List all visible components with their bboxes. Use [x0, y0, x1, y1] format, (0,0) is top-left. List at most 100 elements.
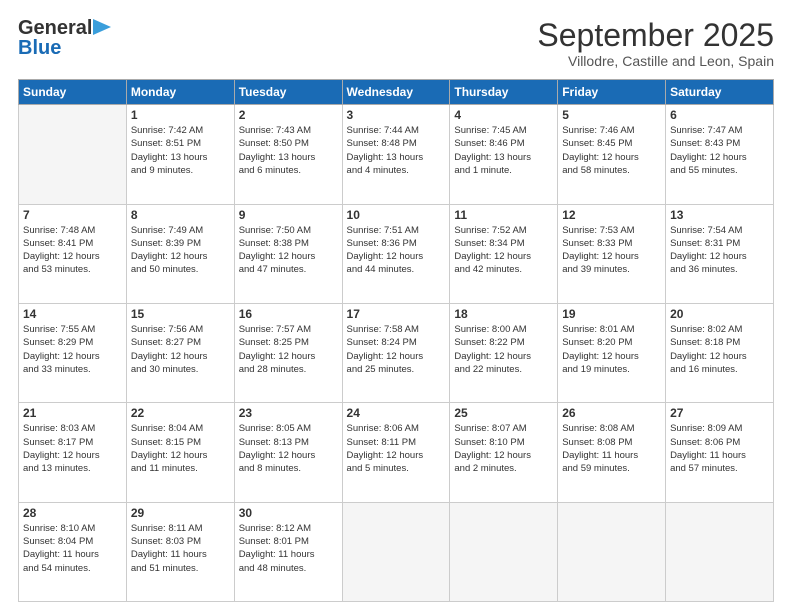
day-info: Sunrise: 7:51 AM Sunset: 8:36 PM Dayligh…: [347, 224, 446, 277]
day-info: Sunrise: 7:58 AM Sunset: 8:24 PM Dayligh…: [347, 323, 446, 376]
day-number: 26: [562, 406, 661, 420]
day-number: 14: [23, 307, 122, 321]
weekday-header: Wednesday: [342, 80, 450, 105]
calendar-week-row: 7 Sunrise: 7:48 AM Sunset: 8:41 PM Daylig…: [19, 204, 774, 303]
logo-arrow-icon: [93, 19, 111, 35]
calendar-day-cell: 17 Sunrise: 7:58 AM Sunset: 8:24 PM Dayli…: [342, 303, 450, 402]
day-info: Sunrise: 8:01 AM Sunset: 8:20 PM Dayligh…: [562, 323, 661, 376]
calendar-day-cell: 16 Sunrise: 7:57 AM Sunset: 8:25 PM Dayli…: [234, 303, 342, 402]
calendar-day-cell: 8 Sunrise: 7:49 AM Sunset: 8:39 PM Daylig…: [126, 204, 234, 303]
day-info: Sunrise: 7:45 AM Sunset: 8:46 PM Dayligh…: [454, 124, 553, 177]
day-number: 15: [131, 307, 230, 321]
day-info: Sunrise: 7:44 AM Sunset: 8:48 PM Dayligh…: [347, 124, 446, 177]
day-number: 12: [562, 208, 661, 222]
day-number: 23: [239, 406, 338, 420]
day-info: Sunrise: 7:48 AM Sunset: 8:41 PM Dayligh…: [23, 224, 122, 277]
logo-general: General: [18, 18, 92, 38]
day-info: Sunrise: 8:02 AM Sunset: 8:18 PM Dayligh…: [670, 323, 769, 376]
title-block: September 2025 Villodre, Castille and Le…: [537, 18, 774, 69]
day-number: 24: [347, 406, 446, 420]
weekday-header: Saturday: [666, 80, 774, 105]
day-number: 21: [23, 406, 122, 420]
calendar-day-cell: 12 Sunrise: 7:53 AM Sunset: 8:33 PM Dayli…: [558, 204, 666, 303]
day-number: 1: [131, 108, 230, 122]
day-number: 7: [23, 208, 122, 222]
calendar-day-cell: 3Sunrise: 7:44 AM Sunset: 8:48 PM Daylig…: [342, 105, 450, 204]
calendar-day-cell: 5Sunrise: 7:46 AM Sunset: 8:45 PM Daylig…: [558, 105, 666, 204]
day-info: Sunrise: 8:09 AM Sunset: 8:06 PM Dayligh…: [670, 422, 769, 475]
day-info: Sunrise: 7:46 AM Sunset: 8:45 PM Dayligh…: [562, 124, 661, 177]
calendar-week-row: 28Sunrise: 8:10 AM Sunset: 8:04 PM Dayli…: [19, 502, 774, 601]
day-number: 19: [562, 307, 661, 321]
calendar-day-cell: 27 Sunrise: 8:09 AM Sunset: 8:06 PM Dayli…: [666, 403, 774, 502]
calendar-week-row: 14 Sunrise: 7:55 AM Sunset: 8:29 PM Dayli…: [19, 303, 774, 402]
day-info: Sunrise: 7:52 AM Sunset: 8:34 PM Dayligh…: [454, 224, 553, 277]
day-info: Sunrise: 7:55 AM Sunset: 8:29 PM Dayligh…: [23, 323, 122, 376]
day-info: Sunrise: 7:53 AM Sunset: 8:33 PM Dayligh…: [562, 224, 661, 277]
day-number: 18: [454, 307, 553, 321]
day-info: Sunrise: 8:00 AM Sunset: 8:22 PM Dayligh…: [454, 323, 553, 376]
calendar-day-cell: 13 Sunrise: 7:54 AM Sunset: 8:31 PM Dayli…: [666, 204, 774, 303]
calendar-header-row: SundayMondayTuesdayWednesdayThursdayFrid…: [19, 80, 774, 105]
day-info: Sunrise: 8:07 AM Sunset: 8:10 PM Dayligh…: [454, 422, 553, 475]
weekday-header: Friday: [558, 80, 666, 105]
day-info: Sunrise: 7:43 AM Sunset: 8:50 PM Dayligh…: [239, 124, 338, 177]
page: General Blue September 2025 Villodre, Ca…: [0, 0, 792, 612]
day-number: 11: [454, 208, 553, 222]
day-info: Sunrise: 7:49 AM Sunset: 8:39 PM Dayligh…: [131, 224, 230, 277]
day-info: Sunrise: 8:04 AM Sunset: 8:15 PM Dayligh…: [131, 422, 230, 475]
day-number: 29: [131, 506, 230, 520]
month-title: September 2025: [537, 18, 774, 53]
day-number: 10: [347, 208, 446, 222]
calendar-day-cell: [19, 105, 127, 204]
day-number: 9: [239, 208, 338, 222]
calendar-day-cell: 23 Sunrise: 8:05 AM Sunset: 8:13 PM Dayli…: [234, 403, 342, 502]
day-number: 4: [454, 108, 553, 122]
calendar-day-cell: 29Sunrise: 8:11 AM Sunset: 8:03 PM Dayli…: [126, 502, 234, 601]
weekday-header: Monday: [126, 80, 234, 105]
calendar-day-cell: 24 Sunrise: 8:06 AM Sunset: 8:11 PM Dayli…: [342, 403, 450, 502]
calendar-week-row: 21 Sunrise: 8:03 AM Sunset: 8:17 PM Dayli…: [19, 403, 774, 502]
day-number: 8: [131, 208, 230, 222]
calendar-week-row: 1 Sunrise: 7:42 AM Sunset: 8:51 PM Daylig…: [19, 105, 774, 204]
day-number: 25: [454, 406, 553, 420]
subtitle: Villodre, Castille and Leon, Spain: [537, 53, 774, 69]
calendar-day-cell: 14 Sunrise: 7:55 AM Sunset: 8:29 PM Dayli…: [19, 303, 127, 402]
calendar-day-cell: 30Sunrise: 8:12 AM Sunset: 8:01 PM Dayli…: [234, 502, 342, 601]
logo-blue: Blue: [18, 38, 61, 58]
day-info: Sunrise: 7:42 AM Sunset: 8:51 PM Dayligh…: [131, 124, 230, 177]
calendar-day-cell: 10 Sunrise: 7:51 AM Sunset: 8:36 PM Dayli…: [342, 204, 450, 303]
calendar-day-cell: 6Sunrise: 7:47 AM Sunset: 8:43 PM Daylig…: [666, 105, 774, 204]
calendar-day-cell: 25 Sunrise: 8:07 AM Sunset: 8:10 PM Dayli…: [450, 403, 558, 502]
day-info: Sunrise: 7:56 AM Sunset: 8:27 PM Dayligh…: [131, 323, 230, 376]
day-number: 17: [347, 307, 446, 321]
calendar-table: SundayMondayTuesdayWednesdayThursdayFrid…: [18, 79, 774, 602]
day-info: Sunrise: 8:03 AM Sunset: 8:17 PM Dayligh…: [23, 422, 122, 475]
day-info: Sunrise: 7:57 AM Sunset: 8:25 PM Dayligh…: [239, 323, 338, 376]
calendar-day-cell: 2Sunrise: 7:43 AM Sunset: 8:50 PM Daylig…: [234, 105, 342, 204]
calendar-day-cell: [450, 502, 558, 601]
calendar-day-cell: [558, 502, 666, 601]
day-info: Sunrise: 8:05 AM Sunset: 8:13 PM Dayligh…: [239, 422, 338, 475]
day-number: 28: [23, 506, 122, 520]
weekday-header: Tuesday: [234, 80, 342, 105]
weekday-header: Sunday: [19, 80, 127, 105]
calendar-day-cell: 4 Sunrise: 7:45 AM Sunset: 8:46 PM Daylig…: [450, 105, 558, 204]
calendar-day-cell: 28Sunrise: 8:10 AM Sunset: 8:04 PM Dayli…: [19, 502, 127, 601]
calendar-day-cell: 18 Sunrise: 8:00 AM Sunset: 8:22 PM Dayli…: [450, 303, 558, 402]
day-number: 13: [670, 208, 769, 222]
day-info: Sunrise: 7:47 AM Sunset: 8:43 PM Dayligh…: [670, 124, 769, 177]
day-info: Sunrise: 8:12 AM Sunset: 8:01 PM Dayligh…: [239, 522, 338, 575]
day-number: 20: [670, 307, 769, 321]
day-info: Sunrise: 7:54 AM Sunset: 8:31 PM Dayligh…: [670, 224, 769, 277]
weekday-header: Thursday: [450, 80, 558, 105]
day-number: 27: [670, 406, 769, 420]
calendar-day-cell: [342, 502, 450, 601]
calendar-day-cell: 22Sunrise: 8:04 AM Sunset: 8:15 PM Dayli…: [126, 403, 234, 502]
calendar-day-cell: 19 Sunrise: 8:01 AM Sunset: 8:20 PM Dayli…: [558, 303, 666, 402]
logo: General Blue: [18, 18, 111, 58]
day-info: Sunrise: 8:08 AM Sunset: 8:08 PM Dayligh…: [562, 422, 661, 475]
header: General Blue September 2025 Villodre, Ca…: [18, 18, 774, 69]
day-number: 16: [239, 307, 338, 321]
day-info: Sunrise: 8:06 AM Sunset: 8:11 PM Dayligh…: [347, 422, 446, 475]
